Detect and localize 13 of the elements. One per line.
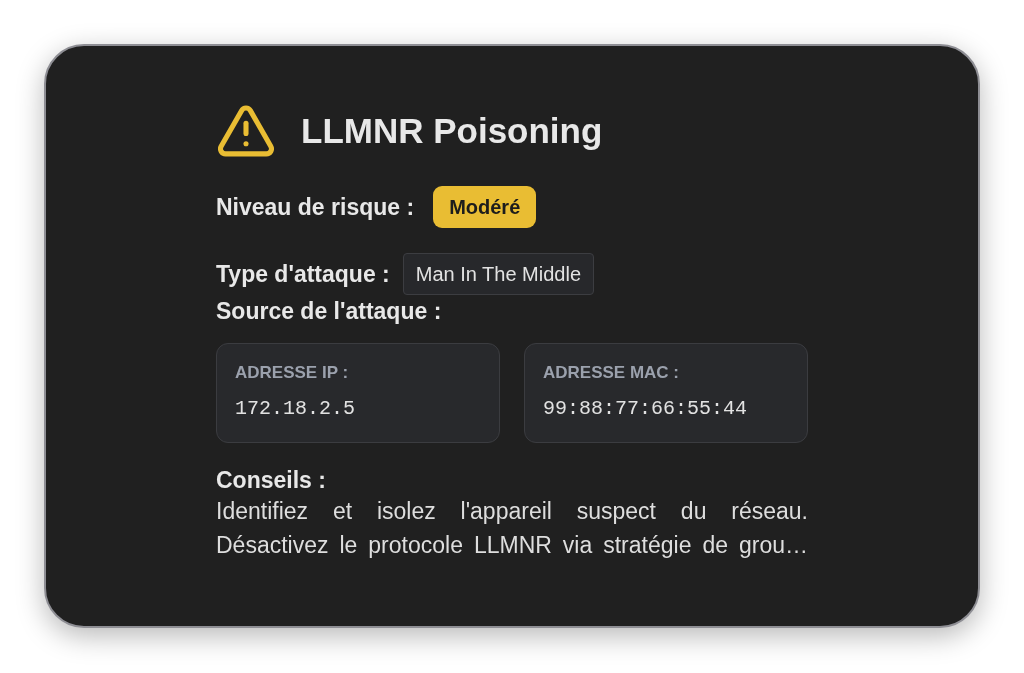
address-value: 172.18.2.5: [235, 397, 357, 421]
advice-label: Conseils :: [216, 466, 326, 494]
alert-title: LLMNR Poisoning: [301, 110, 603, 152]
risk-label: Niveau de risque :: [216, 193, 415, 221]
warning-icon: [218, 105, 274, 157]
source-label: Source de l'attaque :: [216, 297, 442, 325]
address-label: ADRESSE MAC :: [543, 363, 680, 383]
advice-text: Identifiez et isolez l'appareil suspect du réseau. Désactivez le protocole LLMNR via stratégie de grou…: [216, 497, 808, 560]
risk-badge: Modéré: [433, 186, 537, 228]
address-label: ADRESSE IP :: [235, 363, 350, 383]
attack-type-label: Type d'attaque :: [216, 260, 390, 288]
attack-type-tag: Man In The Middle: [402, 253, 594, 295]
address-value: 99:88:77:66:55:44: [543, 397, 749, 421]
